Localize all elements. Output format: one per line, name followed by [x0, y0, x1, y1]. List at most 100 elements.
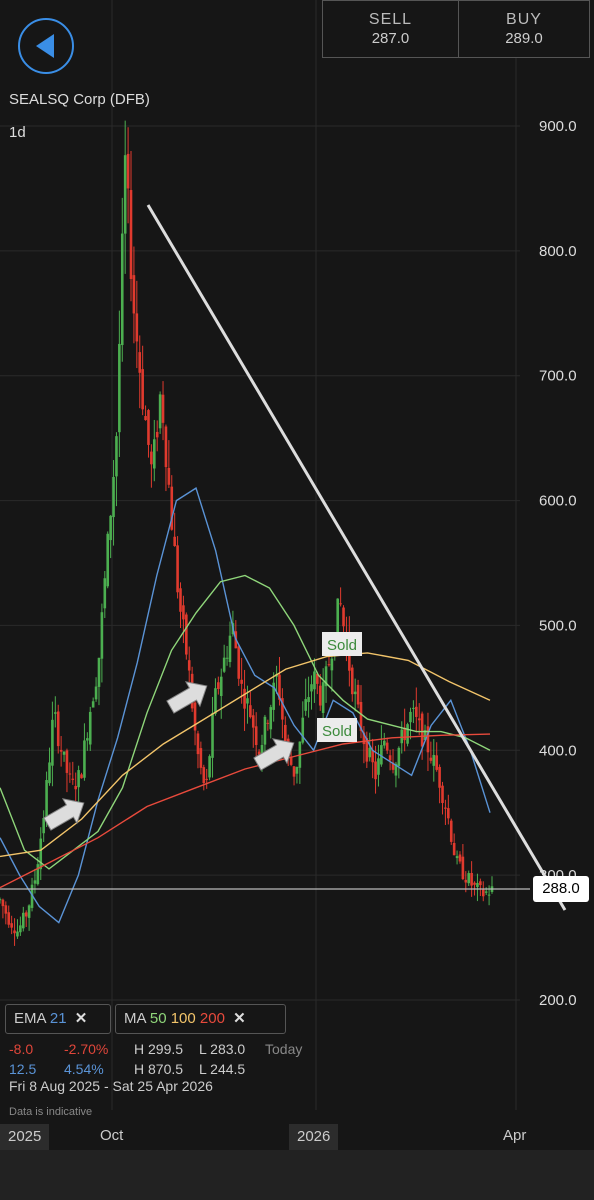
interval-label[interactable]: 1d	[9, 124, 26, 141]
candle-body	[214, 688, 217, 714]
y-tick-label: 500.0	[539, 617, 577, 634]
chart-grid	[0, 0, 520, 1110]
candle-body	[109, 515, 112, 541]
candle-body	[118, 343, 121, 433]
candle-body	[356, 684, 360, 705]
instrument-name: SEALSQ Corp (DFB)	[9, 91, 150, 108]
today-label: Today	[265, 1041, 303, 1057]
change-abs: -8.0	[9, 1041, 34, 1057]
candle-body	[10, 923, 13, 928]
candle-body	[187, 660, 191, 671]
ema-period: 21	[49, 1010, 67, 1027]
candle-body	[123, 155, 127, 234]
candle-body	[141, 369, 144, 410]
candle-body	[449, 820, 453, 842]
candle-body	[470, 872, 473, 886]
date-range: Fri 8 Aug 2025 - Sat 25 Apr 2026	[9, 1078, 213, 1094]
candle-body	[164, 426, 168, 468]
candle-body	[377, 758, 380, 775]
ma-100: 100	[170, 1010, 196, 1027]
candle-body	[397, 747, 401, 767]
candle-body	[106, 533, 110, 587]
candle-body	[432, 754, 436, 766]
high-today: H 299.5	[134, 1041, 184, 1057]
candle-body	[310, 684, 313, 692]
x-tick-label: Oct	[100, 1127, 124, 1144]
candle-body	[193, 702, 197, 731]
candle-body	[112, 477, 115, 518]
candle-body	[7, 912, 11, 925]
buy-price: 289.0	[505, 30, 543, 47]
value-2: 12.5	[9, 1061, 37, 1077]
candle-body	[158, 394, 162, 429]
candle-body	[487, 894, 491, 896]
candle-body	[88, 711, 92, 745]
candle-body	[476, 882, 479, 887]
candle-body	[167, 467, 171, 485]
indicative-note: Data is indicative	[9, 1106, 93, 1118]
candle-body	[444, 807, 447, 809]
candle-body	[327, 664, 331, 666]
candle-body	[473, 882, 476, 885]
candle-body	[179, 588, 182, 612]
y-tick-label: 600.0	[539, 493, 577, 510]
candle-body	[304, 699, 307, 711]
candle-body	[479, 881, 482, 886]
candle-body	[295, 767, 299, 774]
sell-button[interactable]: SELL 287.0	[322, 0, 459, 58]
ma-legend[interactable]: MA 50 100 200 ✕	[115, 1004, 286, 1034]
candle-body	[481, 889, 485, 897]
candle-body	[284, 724, 287, 743]
candle-body	[199, 748, 203, 768]
candle-body	[27, 905, 31, 918]
candle-body	[455, 856, 459, 859]
x-tick-label: 2026	[289, 1124, 339, 1150]
sell-label: SELL	[368, 11, 413, 28]
candle-body	[240, 679, 243, 684]
candle-body	[120, 233, 124, 346]
price-chart[interactable]: 900.0800.0700.0600.0500.0400.0300.0200.0…	[0, 0, 594, 1150]
sold-label: Sold	[327, 637, 357, 654]
close-icon[interactable]: ✕	[75, 1010, 88, 1027]
candle-body	[45, 780, 48, 819]
buy-button[interactable]: BUY 289.0	[458, 0, 590, 58]
candle-body	[74, 785, 77, 790]
candle-body	[228, 635, 232, 663]
candle-body	[237, 646, 241, 679]
close-icon[interactable]: ✕	[233, 1010, 246, 1027]
candle-body	[330, 658, 334, 671]
ema-legend[interactable]: EMA 21 ✕	[5, 1004, 111, 1034]
candle-body	[103, 578, 107, 609]
candle-body	[417, 718, 421, 721]
candle-body	[94, 686, 98, 700]
candle-body	[403, 727, 406, 741]
candle-body	[132, 275, 136, 314]
back-button[interactable]	[18, 18, 74, 74]
low-today: L 283.0	[199, 1041, 246, 1057]
candle-body	[246, 698, 249, 704]
candle-body	[0, 899, 2, 901]
arrow-icon	[166, 681, 208, 714]
candle-body	[219, 676, 223, 696]
candle-body	[196, 733, 200, 755]
candle-body	[321, 682, 325, 713]
candle-body	[412, 707, 415, 709]
candle-body	[447, 808, 450, 819]
candle-body	[21, 912, 25, 929]
candle-body	[292, 766, 296, 777]
candle-body	[33, 880, 37, 884]
candle-body	[266, 722, 270, 724]
candle-body	[56, 711, 60, 747]
ma-name: MA	[124, 1010, 146, 1027]
candle-body	[464, 879, 468, 883]
candle-body	[97, 657, 101, 687]
y-tick-label: 200.0	[539, 992, 577, 1009]
candle-body	[217, 682, 220, 690]
candle-body	[71, 778, 75, 780]
candle-body	[24, 912, 28, 917]
candle-body	[147, 410, 150, 445]
candle-body	[382, 740, 386, 746]
arrow-icon	[43, 798, 85, 831]
candle-body	[458, 854, 462, 862]
candle-body	[452, 843, 456, 856]
